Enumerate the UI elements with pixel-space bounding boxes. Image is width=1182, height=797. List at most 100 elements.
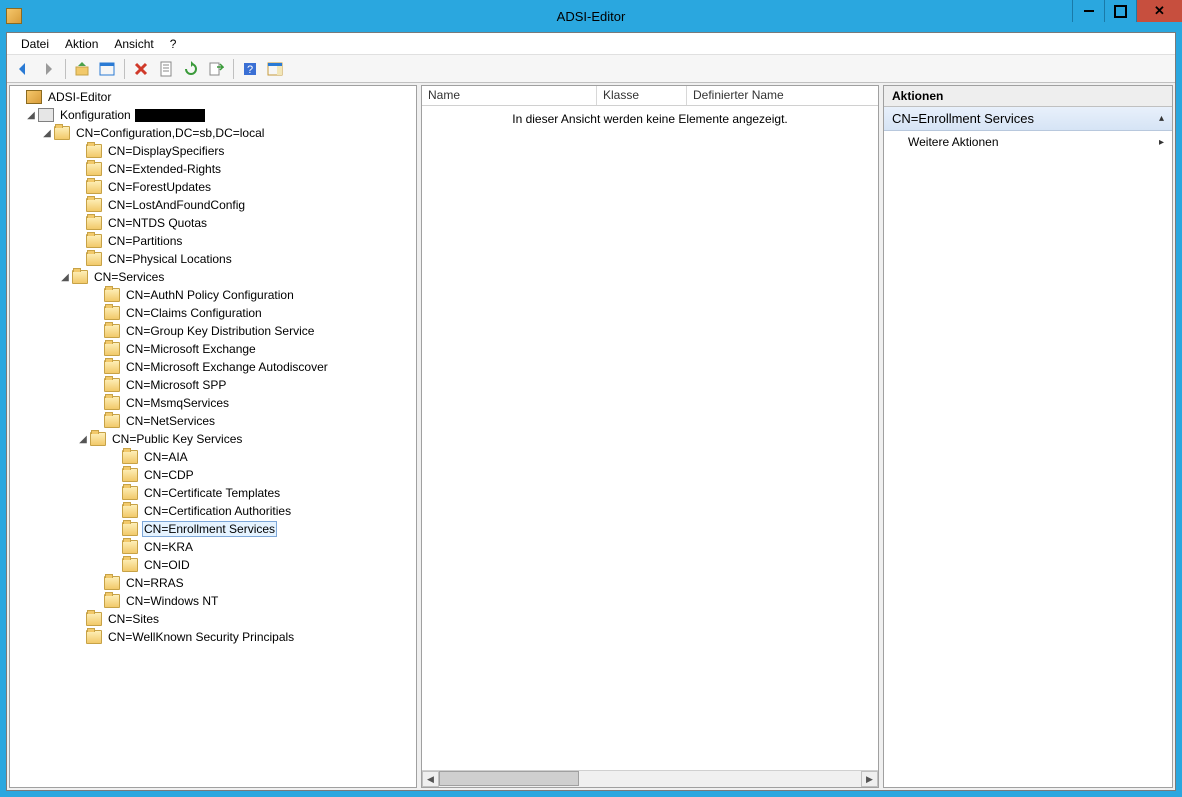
tree-item[interactable]: CN=Sites bbox=[10, 610, 416, 628]
collapse-icon[interactable]: ◢ bbox=[40, 128, 54, 139]
scroll-track[interactable] bbox=[439, 771, 861, 787]
tree-item[interactable]: CN=AuthN Policy Configuration bbox=[10, 286, 416, 304]
collapse-icon[interactable]: ◢ bbox=[58, 272, 72, 283]
folder-icon bbox=[104, 306, 120, 320]
tree-item[interactable]: CN=CDP bbox=[10, 466, 416, 484]
menu-file[interactable]: Datei bbox=[13, 35, 57, 53]
tree-configuration-dn[interactable]: ◢ CN=Configuration,DC=sb,DC=local bbox=[10, 124, 416, 142]
folder-icon bbox=[104, 594, 120, 608]
tree-item[interactable]: CN=Claims Configuration bbox=[10, 304, 416, 322]
tree-item[interactable]: CN=MsmqServices bbox=[10, 394, 416, 412]
folder-icon bbox=[86, 216, 102, 230]
tree-item[interactable]: CN=Extended-Rights bbox=[10, 160, 416, 178]
tree-pks[interactable]: ◢ CN=Public Key Services bbox=[10, 430, 416, 448]
collapse-icon[interactable]: ◢ bbox=[24, 110, 38, 121]
maximize-button[interactable] bbox=[1104, 0, 1136, 22]
menu-help[interactable]: ? bbox=[162, 35, 185, 53]
tree-item[interactable]: CN=OID bbox=[10, 556, 416, 574]
folder-icon bbox=[86, 144, 102, 158]
tree-item[interactable]: CN=NTDS Quotas bbox=[10, 214, 416, 232]
tree-item[interactable]: CN=Microsoft SPP bbox=[10, 376, 416, 394]
folder-icon bbox=[86, 162, 102, 176]
actions-more[interactable]: Weitere Aktionen ▸ bbox=[884, 131, 1172, 153]
app-icon bbox=[6, 8, 22, 24]
folder-icon bbox=[122, 558, 138, 572]
tree-item[interactable]: CN=Windows NT bbox=[10, 592, 416, 610]
tree-item[interactable]: CN=WellKnown Security Principals bbox=[10, 628, 416, 646]
actions-pane-button[interactable] bbox=[263, 57, 287, 81]
delete-button[interactable] bbox=[129, 57, 153, 81]
svg-text:?: ? bbox=[247, 64, 253, 76]
export-button[interactable] bbox=[204, 57, 228, 81]
tree-item[interactable]: CN=NetServices bbox=[10, 412, 416, 430]
close-button[interactable] bbox=[1136, 0, 1182, 22]
folder-icon bbox=[86, 180, 102, 194]
tree-item[interactable]: CN=Microsoft Exchange bbox=[10, 340, 416, 358]
folder-icon bbox=[104, 288, 120, 302]
scroll-thumb[interactable] bbox=[439, 771, 579, 786]
chevron-up-icon: ▴ bbox=[1159, 113, 1164, 124]
show-hide-tree-button[interactable] bbox=[95, 57, 119, 81]
tree-item[interactable]: CN=ForestUpdates bbox=[10, 178, 416, 196]
tree-configuration[interactable]: ◢ Konfiguration bbox=[10, 106, 416, 124]
scroll-left-button[interactable]: ◀ bbox=[422, 771, 439, 787]
tree-item[interactable]: CN=DisplaySpecifiers bbox=[10, 142, 416, 160]
folder-icon bbox=[54, 126, 70, 140]
tree-item[interactable]: CN=LostAndFoundConfig bbox=[10, 196, 416, 214]
chevron-right-icon: ▸ bbox=[1159, 137, 1164, 148]
folder-icon bbox=[122, 486, 138, 500]
col-class[interactable]: Klasse bbox=[597, 86, 687, 105]
folder-icon bbox=[86, 630, 102, 644]
folder-icon bbox=[104, 342, 120, 356]
folder-icon bbox=[104, 360, 120, 374]
tree-item[interactable]: CN=KRA bbox=[10, 538, 416, 556]
tree-root[interactable]: ADSI-Editor bbox=[10, 88, 416, 106]
folder-icon bbox=[104, 324, 120, 338]
folder-icon bbox=[104, 414, 120, 428]
tree-item[interactable]: CN=Enrollment Services bbox=[10, 520, 416, 538]
help-button[interactable]: ? bbox=[238, 57, 262, 81]
col-dn[interactable]: Definierter Name bbox=[687, 86, 878, 105]
folder-icon bbox=[90, 432, 106, 446]
folder-icon bbox=[122, 450, 138, 464]
menu-action[interactable]: Aktion bbox=[57, 35, 106, 53]
folder-icon bbox=[104, 576, 120, 590]
folder-icon bbox=[86, 234, 102, 248]
list-header: Name Klasse Definierter Name bbox=[422, 86, 878, 106]
back-button[interactable] bbox=[11, 57, 35, 81]
adsi-editor-window: ADSI-Editor Datei Aktion Ansicht ? ? bbox=[0, 0, 1182, 797]
tree-item[interactable]: CN=Certificate Templates bbox=[10, 484, 416, 502]
window-controls bbox=[1072, 0, 1182, 22]
col-name[interactable]: Name bbox=[422, 86, 597, 105]
menu-view[interactable]: Ansicht bbox=[106, 35, 161, 53]
titlebar[interactable]: ADSI-Editor bbox=[0, 0, 1182, 32]
refresh-button[interactable] bbox=[179, 57, 203, 81]
list-pane: Name Klasse Definierter Name In dieser A… bbox=[421, 85, 879, 788]
tree-item[interactable]: CN=Group Key Distribution Service bbox=[10, 322, 416, 340]
folder-icon bbox=[122, 504, 138, 518]
tree-item[interactable]: CN=Physical Locations bbox=[10, 250, 416, 268]
tree-item[interactable]: CN=Partitions bbox=[10, 232, 416, 250]
tree-item[interactable]: CN=Certification Authorities bbox=[10, 502, 416, 520]
window-title: ADSI-Editor bbox=[0, 9, 1182, 24]
folder-icon bbox=[122, 522, 138, 536]
collapse-icon[interactable]: ◢ bbox=[76, 434, 90, 445]
folder-icon bbox=[86, 612, 102, 626]
list-body[interactable]: In dieser Ansicht werden keine Elemente … bbox=[422, 106, 878, 770]
tree-view[interactable]: ADSI-Editor ◢ Konfiguration ◢ CN=Configu… bbox=[10, 86, 416, 787]
tree-item[interactable]: CN=Microsoft Exchange Autodiscover bbox=[10, 358, 416, 376]
scroll-right-button[interactable]: ▶ bbox=[861, 771, 878, 787]
forward-button[interactable] bbox=[36, 57, 60, 81]
properties-button[interactable] bbox=[154, 57, 178, 81]
folder-icon bbox=[122, 468, 138, 482]
tree-item[interactable]: CN=AIA bbox=[10, 448, 416, 466]
tree-item[interactable]: CN=RRAS bbox=[10, 574, 416, 592]
actions-context[interactable]: CN=Enrollment Services ▴ bbox=[884, 107, 1172, 131]
panes: ADSI-Editor ◢ Konfiguration ◢ CN=Configu… bbox=[7, 83, 1175, 790]
actions-header: Aktionen bbox=[884, 86, 1172, 107]
up-button[interactable] bbox=[70, 57, 94, 81]
minimize-button[interactable] bbox=[1072, 0, 1104, 22]
folder-icon bbox=[86, 252, 102, 266]
tree-services[interactable]: ◢ CN=Services bbox=[10, 268, 416, 286]
horizontal-scrollbar[interactable]: ◀ ▶ bbox=[422, 770, 878, 787]
